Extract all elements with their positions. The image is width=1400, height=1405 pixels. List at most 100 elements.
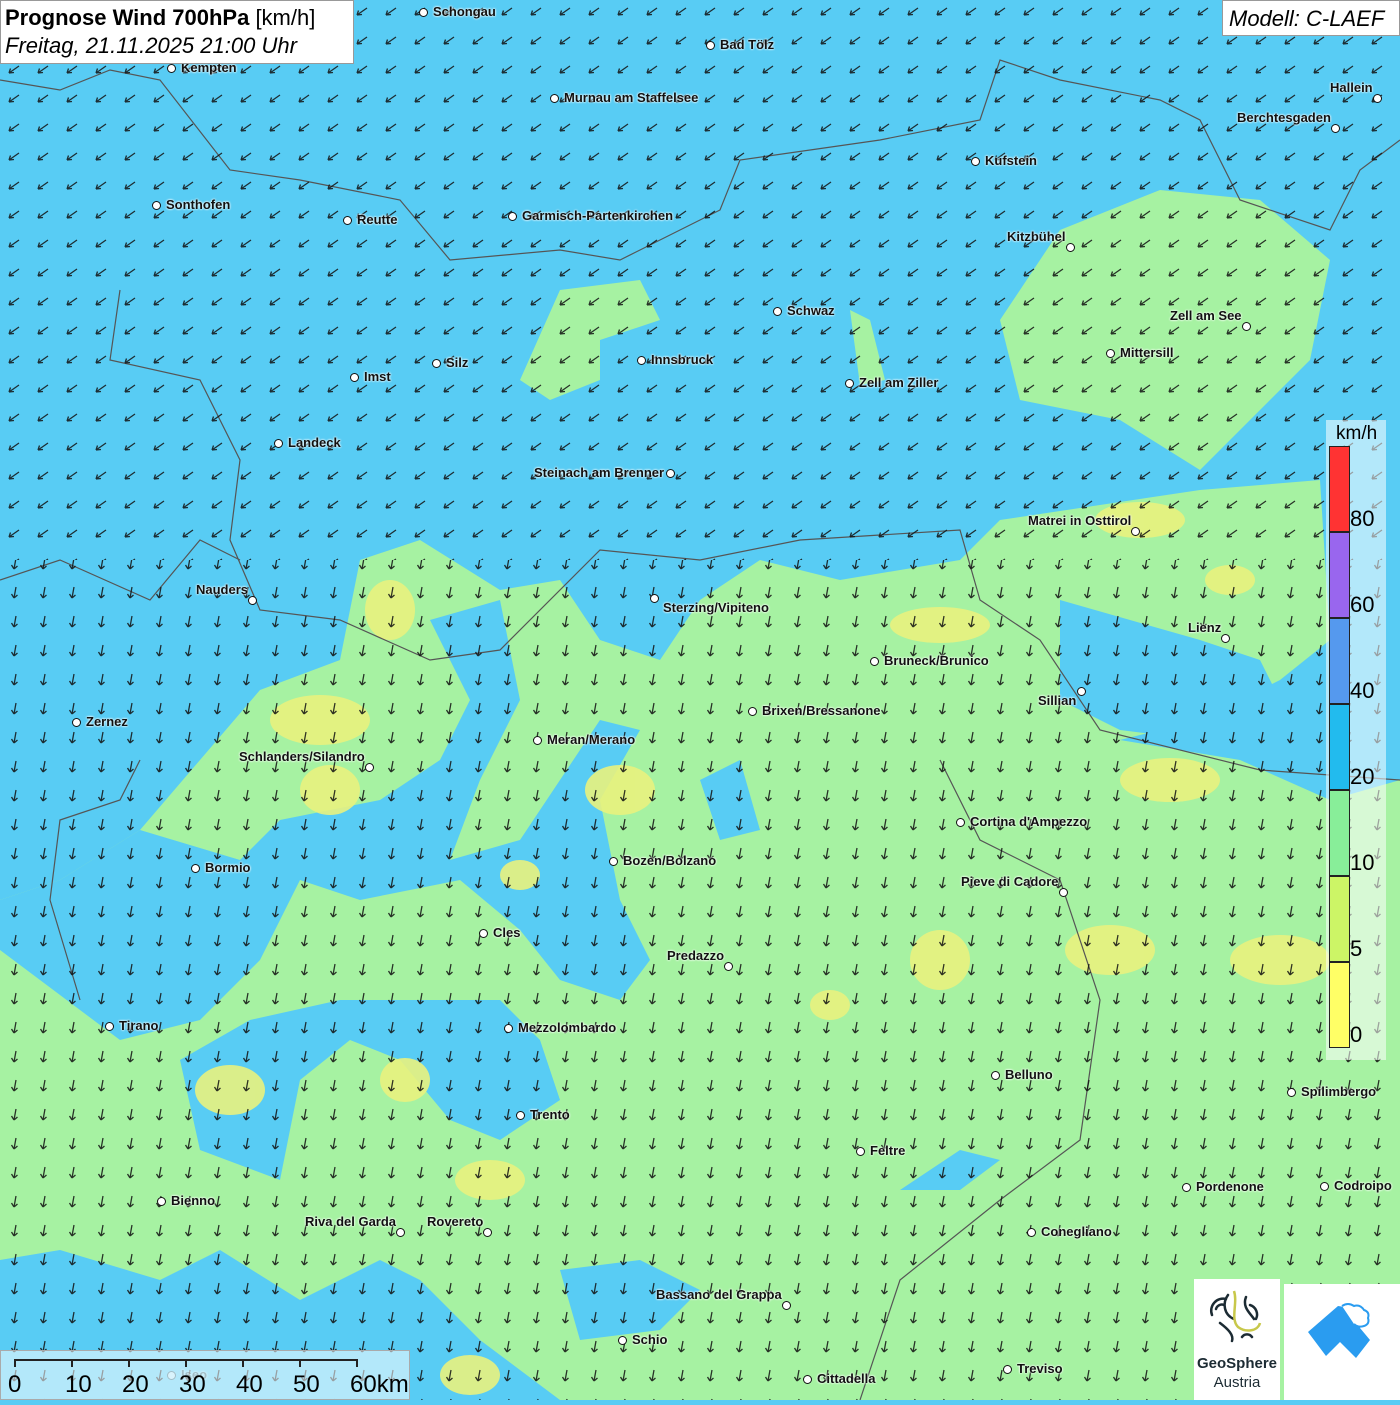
forecast-datetime: Freitag, 21.11.2025 21:00 Uhr [5, 33, 297, 58]
legend-label: 40 [1350, 678, 1375, 703]
legend-color-segment [1329, 962, 1350, 1048]
city-marker [650, 594, 659, 603]
city-marker [1066, 243, 1075, 252]
city-marker [803, 1375, 812, 1384]
scale-label: 20 [122, 1371, 149, 1398]
city-marker [1106, 349, 1115, 358]
city-label: Meran/Merano [547, 732, 636, 747]
scale-tick [185, 1359, 187, 1367]
city-marker [971, 157, 980, 166]
city-label: Tirano [119, 1018, 159, 1033]
city-marker [365, 763, 374, 772]
city-label: Imst [364, 369, 391, 384]
city-label: Cortina d'Ampezzo [970, 814, 1088, 829]
city-marker [533, 736, 542, 745]
city-label: Rovereto [427, 1214, 484, 1229]
legend-label: 20 [1350, 764, 1375, 789]
city-marker [157, 1197, 166, 1206]
city-label: Lienz [1188, 620, 1222, 635]
city-label: Cles [493, 925, 521, 940]
city-label: Landeck [288, 435, 341, 450]
city-marker [748, 707, 757, 716]
geosphere-line2: Austria [1213, 1374, 1261, 1391]
city-label: Sonthofen [166, 197, 231, 212]
city-label: Sillian [1038, 693, 1077, 708]
map-title: Prognose Wind 700hPa [5, 5, 250, 30]
city-label: Matrei in Osttirol [1028, 513, 1132, 528]
geosphere-austria-logo[interactable]: GeoSphere Austria [1194, 1279, 1280, 1400]
city-marker [1027, 1228, 1036, 1237]
city-marker [1077, 687, 1086, 696]
title-panel: Prognose Wind 700hPa [km/h] Freitag, 21.… [0, 0, 354, 64]
city-marker [991, 1071, 1000, 1080]
city-marker [152, 201, 161, 210]
legend-color-segment [1329, 704, 1350, 790]
city-label: Silz [446, 355, 469, 370]
model-label: Modell: C-LAEF [1229, 6, 1385, 31]
city-label: Sterzing/Vipiteno [663, 600, 769, 615]
legend-unit: km/h [1336, 423, 1378, 444]
city-label: Trento [530, 1107, 570, 1122]
city-marker [666, 469, 675, 478]
city-label: Treviso [1017, 1361, 1063, 1376]
scale-label: 30 [179, 1371, 206, 1398]
city-label: Spilimbergo [1301, 1084, 1377, 1099]
scale-tick [242, 1359, 244, 1367]
city-label: Schongau [433, 4, 496, 19]
city-label: Zell am See [1170, 308, 1242, 323]
city-label: Nauders [196, 582, 249, 597]
city-marker [479, 929, 488, 938]
city-marker [105, 1022, 114, 1031]
city-marker [856, 1147, 865, 1156]
city-label: Feltre [870, 1143, 906, 1158]
scale-bar: 0 10 20 30 40 50 60km [0, 1350, 410, 1400]
city-marker [1373, 94, 1382, 103]
city-label: Murnau am Staffelsee [564, 90, 699, 105]
weather-app-logo[interactable] [1284, 1284, 1400, 1400]
legend-label: 5 [1350, 936, 1363, 961]
city-marker [956, 818, 965, 827]
city-marker [419, 8, 428, 17]
city-label: Mittersill [1120, 345, 1174, 360]
city-label: Bienno [171, 1193, 216, 1208]
legend-color-segment [1329, 532, 1350, 618]
city-marker [870, 657, 879, 666]
city-label: Cittadella [817, 1371, 876, 1386]
scale-tick [299, 1359, 301, 1367]
city-label: Schlanders/Silandro [239, 749, 365, 764]
city-label: Zell am Ziller [859, 375, 939, 390]
scale-label: 0 [8, 1371, 22, 1398]
geosphere-emblem-icon [1209, 1290, 1262, 1343]
city-marker [1221, 634, 1230, 643]
city-label: Zernez [86, 714, 128, 729]
model-panel: Modell: C-LAEF [1222, 0, 1400, 36]
city-label: Schio [632, 1332, 668, 1347]
city-marker [350, 373, 359, 382]
city-label: Brixen/Bressanone [762, 703, 881, 718]
city-marker [782, 1301, 791, 1310]
city-label: Bad Tölz [720, 37, 775, 52]
city-marker [483, 1228, 492, 1237]
city-marker [504, 1024, 513, 1033]
wind-arrows-southerly [0, 560, 1400, 1400]
map-title-unit: [km/h] [255, 5, 316, 30]
city-marker [618, 1336, 627, 1345]
city-marker [550, 94, 559, 103]
city-marker [72, 718, 81, 727]
legend-color-segment [1329, 446, 1350, 532]
city-marker [724, 962, 733, 971]
city-marker [773, 307, 782, 316]
city-label: Innsbruck [651, 352, 714, 367]
city-marker [248, 596, 257, 605]
city-marker [1320, 1182, 1329, 1191]
city-label: Pordenone [1196, 1179, 1264, 1194]
city-label: Reutte [357, 212, 398, 227]
city-marker [1331, 124, 1340, 133]
wind-arrows-northerly [0, 0, 1400, 560]
legend-color-segment [1329, 876, 1350, 962]
city-marker [1182, 1183, 1191, 1192]
scale-tick [14, 1359, 16, 1367]
city-label: Belluno [1005, 1067, 1053, 1082]
city-label: Mezzolombardo [518, 1020, 617, 1035]
city-marker [343, 216, 352, 225]
